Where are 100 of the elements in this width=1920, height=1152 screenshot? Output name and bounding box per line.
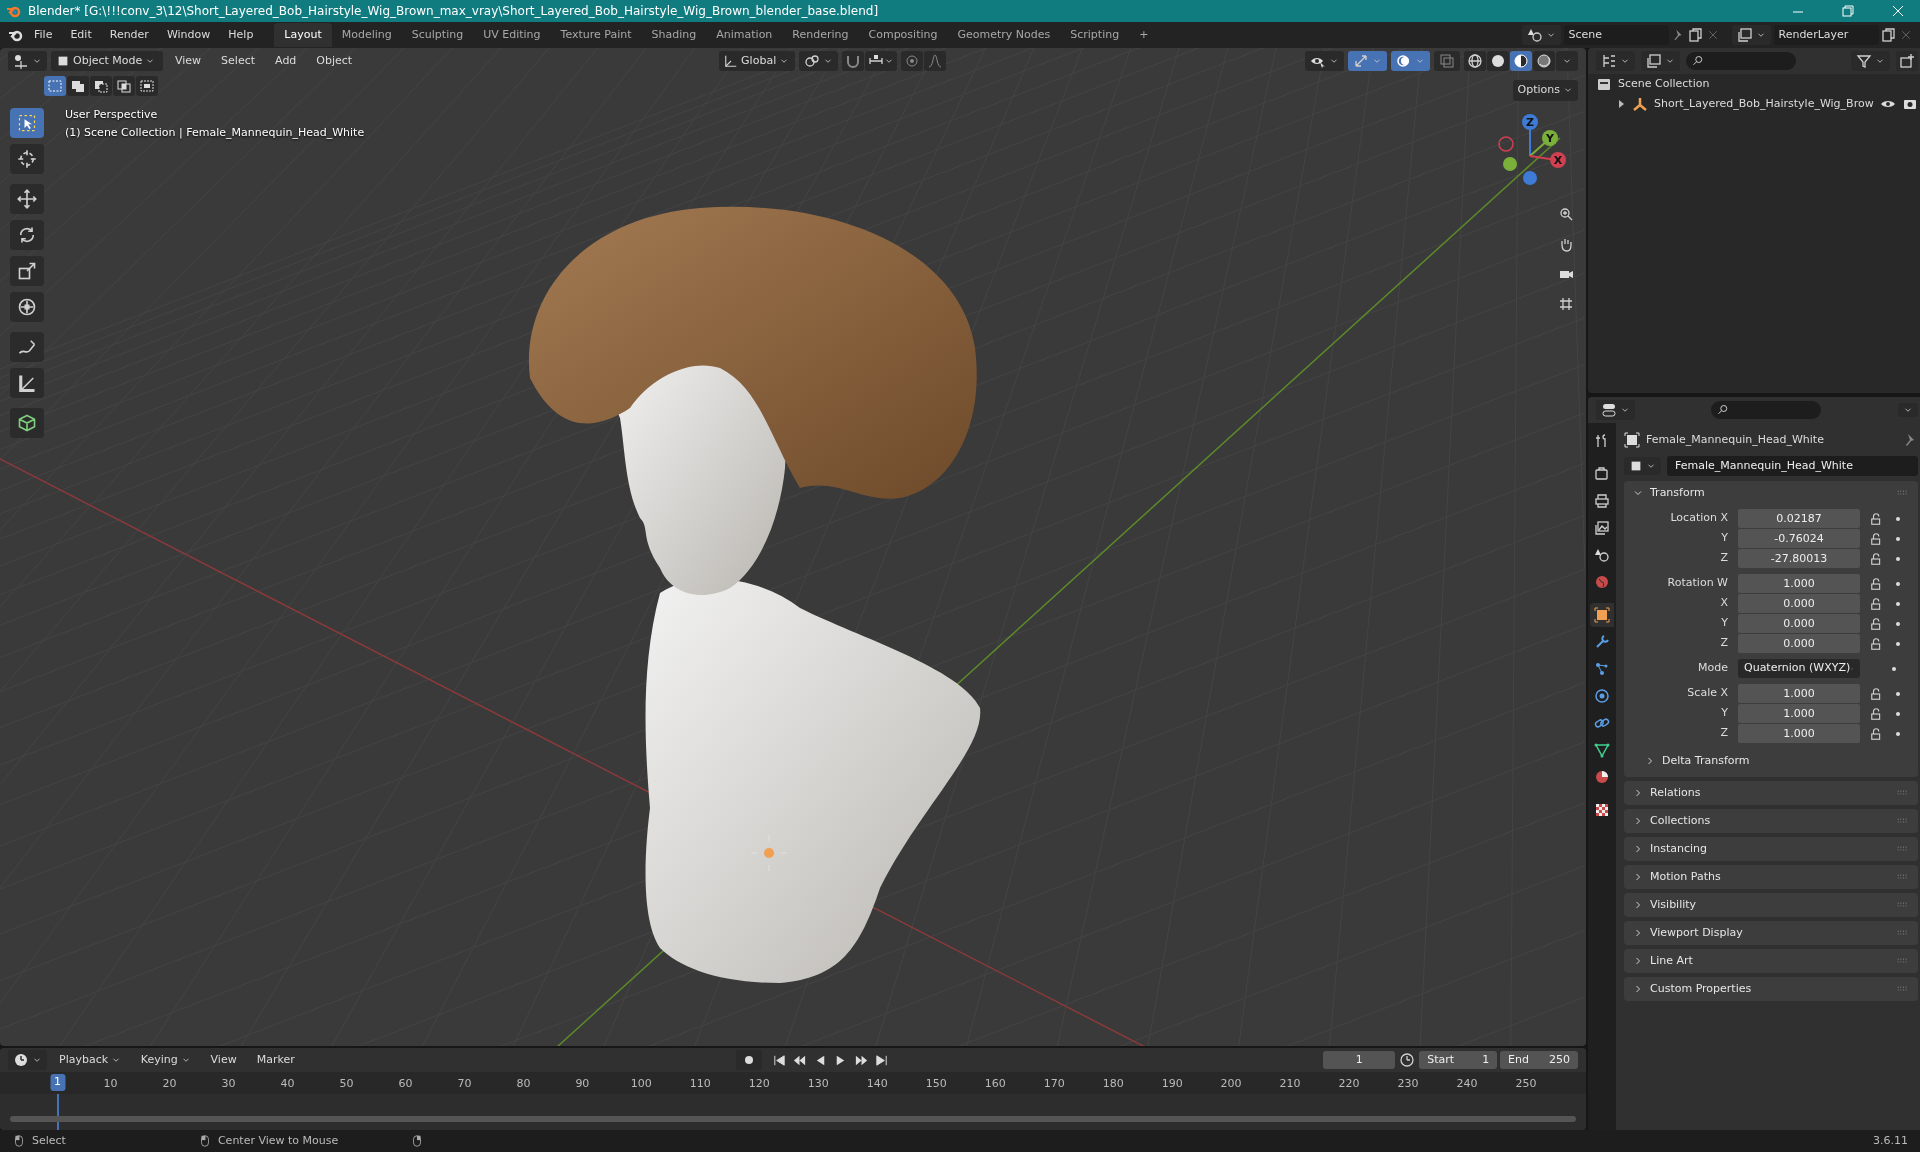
menu-item[interactable]: Edit — [62, 23, 100, 47]
tool-button[interactable] — [10, 292, 44, 322]
number-field[interactable]: 0.000 — [1738, 594, 1860, 613]
xray-squares-icon[interactable] — [1439, 53, 1455, 69]
material-sphere-icon[interactable] — [1513, 53, 1529, 69]
panel-header[interactable]: Custom Properties — [1650, 980, 1752, 998]
select-intersect-icon[interactable] — [139, 78, 155, 94]
axis-handle[interactable]: Z — [1522, 114, 1538, 130]
tool-button[interactable] — [10, 108, 44, 138]
keyframe-dot[interactable] — [1892, 666, 1896, 671]
start-frame-value[interactable]: 1 — [1482, 1051, 1490, 1069]
keyframe-dot[interactable] — [1896, 641, 1900, 646]
object-name-field[interactable]: Female_Mannequin_Head_White — [1667, 455, 1918, 477]
menu-item[interactable]: Keying — [140, 1051, 178, 1069]
keyframe-dot[interactable] — [1896, 536, 1900, 541]
number-field[interactable]: -27.80013 — [1738, 549, 1860, 568]
select-extend-icon[interactable] — [70, 78, 86, 94]
axis-handle[interactable] — [1498, 136, 1514, 152]
workspace-tab[interactable]: Layout — [274, 22, 332, 48]
menu-item[interactable]: Add — [267, 49, 305, 73]
menu-item[interactable]: File — [26, 23, 61, 47]
tool-button[interactable] — [10, 332, 44, 362]
menu-item[interactable]: View — [210, 1051, 237, 1069]
zoom-icon[interactable] — [1558, 206, 1574, 222]
solid-sphere-icon[interactable] — [1490, 53, 1506, 69]
subpanel-header[interactable]: Delta Transform — [1662, 752, 1750, 770]
tool-button[interactable] — [10, 144, 44, 174]
panel-header[interactable]: Line Art — [1650, 952, 1693, 970]
number-field[interactable]: 1.000 — [1738, 574, 1860, 593]
gizmo-arrows-icon[interactable] — [1353, 53, 1369, 69]
keyframe-dot[interactable] — [1896, 581, 1900, 586]
tool-button[interactable] — [10, 220, 44, 250]
outliner-item[interactable]: Short_Layered_Bob_Hairstyle_Wig_Brow — [1654, 95, 1874, 113]
search-field[interactable] — [1711, 401, 1822, 419]
tool-button[interactable] — [10, 256, 44, 286]
keyframe-dot[interactable] — [1896, 731, 1900, 736]
axis-handle[interactable]: Y — [1542, 130, 1558, 146]
axis-handle[interactable] — [1503, 157, 1517, 171]
panel-header[interactable]: Viewport Display — [1650, 924, 1743, 942]
keyframe-dot[interactable] — [1896, 691, 1900, 696]
workspace-tab[interactable]: Shading — [641, 22, 707, 48]
mode-dropdown[interactable]: Object Mode — [51, 50, 163, 72]
workspace-tab[interactable]: Animation — [706, 22, 783, 48]
orientation-dropdown[interactable]: Global — [719, 50, 796, 72]
menu-item[interactable]: Window — [158, 23, 219, 47]
search-field[interactable] — [1686, 52, 1796, 70]
number-field[interactable]: -0.76024 — [1738, 529, 1860, 548]
disclosure-triangle-icon[interactable] — [1616, 98, 1626, 110]
number-field[interactable]: 1.000 — [1738, 724, 1860, 743]
current-frame-field[interactable]: 1 — [1323, 1050, 1396, 1070]
end-frame-value[interactable]: 250 — [1549, 1051, 1570, 1069]
wireframe-sphere-icon[interactable] — [1467, 53, 1483, 69]
axis-handle[interactable]: X — [1550, 152, 1566, 168]
rendered-sphere-icon[interactable] — [1536, 53, 1552, 69]
workspace-tab[interactable]: Modeling — [331, 22, 402, 48]
tool-button[interactable] — [10, 408, 44, 438]
panel-header[interactable]: Transform — [1650, 484, 1705, 502]
hand-icon[interactable] — [1558, 236, 1574, 252]
number-field[interactable]: 0.02187 — [1738, 509, 1860, 528]
jump-start-icon[interactable] — [771, 1052, 787, 1068]
menu-item[interactable]: Marker — [256, 1051, 295, 1069]
keyframe-dot[interactable] — [1896, 556, 1900, 561]
number-field[interactable]: 0.000 — [1738, 614, 1860, 633]
number-field[interactable]: 1.000 — [1738, 704, 1860, 723]
panel-header[interactable]: Motion Paths — [1650, 868, 1721, 886]
workspace-tab[interactable]: Texture Paint — [550, 22, 642, 48]
menu-item[interactable]: Render — [101, 23, 157, 47]
keyframe-dot[interactable] — [1896, 711, 1900, 716]
workspace-tab[interactable]: Geometry Nodes — [947, 22, 1061, 48]
workspace-tab[interactable]: UV Editing — [473, 22, 551, 48]
view-layer-field[interactable]: RenderLayer — [1773, 24, 1879, 46]
workspace-tab[interactable]: Rendering — [782, 22, 859, 48]
workspace-tab[interactable]: Scripting — [1060, 22, 1130, 48]
close-icon[interactable] — [1891, 4, 1905, 18]
keyframe-dot[interactable] — [1896, 516, 1900, 521]
keyframe-dot[interactable] — [1896, 621, 1900, 626]
jump-end-icon[interactable] — [874, 1052, 890, 1068]
select-invert-icon[interactable] — [116, 78, 132, 94]
properties-tab[interactable] — [1590, 603, 1614, 627]
tool-button[interactable] — [10, 184, 44, 214]
menu-item[interactable]: Object — [308, 49, 361, 73]
collection-name[interactable]: Scene Collection — [1618, 75, 1710, 93]
scene-field[interactable]: Scene — [1563, 24, 1669, 46]
menu-item[interactable]: Select — [213, 49, 264, 73]
axis-handle[interactable] — [1523, 171, 1537, 185]
overlay-circles-icon[interactable] — [1396, 53, 1412, 69]
menu-item[interactable]: View — [167, 49, 210, 73]
select-subtract-icon[interactable] — [93, 78, 109, 94]
number-field[interactable]: 0.000 — [1738, 634, 1860, 653]
workspace-tab[interactable]: Sculpting — [401, 22, 474, 48]
panel-header[interactable]: Visibility — [1650, 896, 1697, 914]
panel-header[interactable]: Relations — [1650, 784, 1701, 802]
scrollbar[interactable] — [10, 1116, 1576, 1122]
keyframe-dot[interactable] — [1896, 601, 1900, 606]
workspace-tab[interactable]: Compositing — [858, 22, 948, 48]
editor-type-button[interactable] — [8, 51, 47, 71]
number-field[interactable]: 1.000 — [1738, 684, 1860, 703]
add-workspace-button[interactable]: + — [1129, 22, 1159, 48]
tool-button[interactable] — [10, 368, 44, 398]
mode-dropdown[interactable]: Quaternion (WXYZ) — [1738, 659, 1860, 678]
